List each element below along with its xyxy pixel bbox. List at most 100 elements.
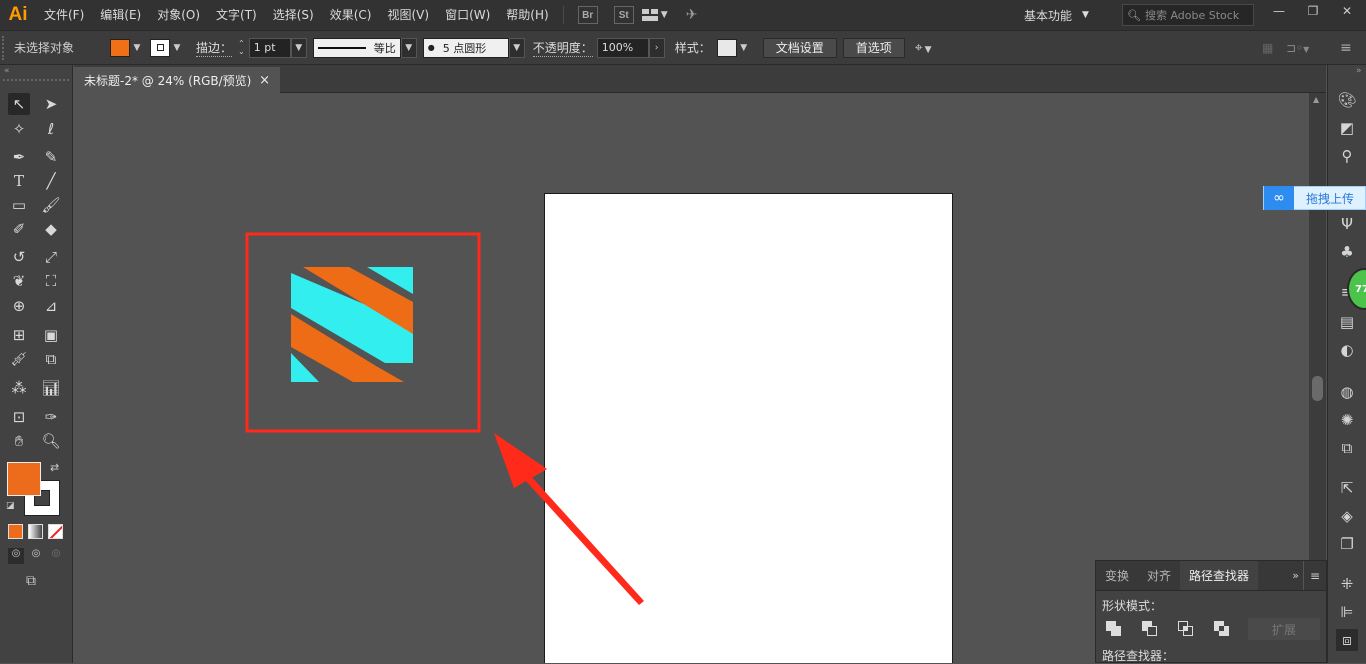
usb-icon[interactable]: Ψ: [1336, 213, 1358, 235]
fill-color-box[interactable]: [7, 462, 41, 496]
scroll-up-icon[interactable]: ▲: [1313, 95, 1319, 104]
eyedropper-tool-icon[interactable]: 💉︎: [8, 348, 30, 370]
direct-selection-tool-icon[interactable]: ➤: [40, 93, 62, 115]
opacity-field[interactable]: 100%: [596, 37, 649, 58]
blend-tool-icon[interactable]: ⧉: [40, 348, 62, 370]
menu-object[interactable]: 对象(O): [149, 0, 208, 30]
brush-definition[interactable]: ● 5 点圆形 ▼: [422, 37, 525, 58]
menu-select[interactable]: 选择(S): [265, 0, 322, 30]
artboards-icon[interactable]: ❐: [1336, 533, 1358, 555]
minus-front-icon[interactable]: [1142, 621, 1158, 637]
chevron-right-icon[interactable]: ›: [648, 37, 665, 58]
column-graph-tool-icon[interactable]: 📊︎: [40, 377, 62, 399]
chevron-down-icon[interactable]: ▼: [508, 37, 525, 58]
draw-inside-icon[interactable]: ◎: [48, 548, 64, 564]
menu-effect[interactable]: 效果(C): [322, 0, 380, 30]
intersect-icon[interactable]: [1178, 621, 1194, 637]
layers-icon[interactable]: ◈: [1336, 505, 1358, 527]
panel-menu-icon[interactable]: ≡: [1302, 561, 1326, 590]
transform-options-icon[interactable]: ⌖ ▼: [915, 40, 932, 56]
panel-grip[interactable]: [3, 79, 69, 83]
free-transform-tool-icon[interactable]: ⛶: [40, 270, 62, 292]
exclude-icon[interactable]: [1214, 621, 1230, 637]
color-guide-icon[interactable]: ◩: [1336, 117, 1358, 139]
arrange-documents-icon[interactable]: ▼: [641, 9, 672, 21]
chevron-down-icon[interactable]: ▼: [130, 39, 144, 57]
close-icon[interactable]: ✕: [1330, 0, 1364, 22]
close-tab-icon[interactable]: ×: [259, 73, 270, 88]
opacity-control[interactable]: 100% ›: [596, 37, 665, 58]
perspective-grid-tool-icon[interactable]: ⊿: [40, 295, 62, 317]
workspace-switcher[interactable]: 基本功能 ▼: [1024, 0, 1089, 30]
chevron-down-icon[interactable]: ▼: [290, 37, 307, 58]
symbol-sprayer-tool-icon[interactable]: ⁂: [8, 377, 30, 399]
chevron-down-icon[interactable]: ▼: [737, 39, 751, 57]
pen-tool-icon[interactable]: ✒: [8, 146, 30, 168]
menu-view[interactable]: 视图(V): [379, 0, 437, 30]
recolor-icon[interactable]: ⚲: [1336, 145, 1358, 167]
transparency-icon[interactable]: ◐: [1336, 339, 1358, 361]
hand-tool-icon[interactable]: ✋︎: [8, 430, 30, 452]
stroke-weight-field[interactable]: 1 pt: [248, 37, 291, 58]
restore-icon[interactable]: ❐: [1296, 0, 1330, 22]
width-tool-icon[interactable]: ❦: [8, 270, 30, 292]
menu-window[interactable]: 窗口(W): [437, 0, 498, 30]
shape-builder-tool-icon[interactable]: ⊕: [8, 295, 30, 317]
stroke-weight-control[interactable]: ⌃ ⌄ 1 pt ▼: [238, 37, 307, 58]
bridge-icon[interactable]: Br: [577, 6, 598, 24]
transform-icon[interactable]: ⁜: [1336, 573, 1358, 595]
tab-align[interactable]: 对齐: [1138, 561, 1180, 590]
draw-behind-icon[interactable]: ◎: [28, 548, 44, 564]
chevron-down-icon[interactable]: ▼: [400, 37, 417, 58]
style-swatch[interactable]: [716, 38, 737, 57]
color-palette-icon[interactable]: 🎨︎: [1336, 89, 1358, 111]
panel-collapse-icon[interactable]: «: [4, 66, 10, 76]
panel-expand-icon[interactable]: »: [1288, 561, 1303, 590]
align-icon[interactable]: ⊫: [1336, 601, 1358, 623]
rotate-tool-icon[interactable]: ↺: [8, 246, 30, 268]
pathfinder-icon[interactable]: ⧈: [1336, 629, 1358, 651]
graphic-style-control[interactable]: ▼: [716, 38, 751, 57]
color-mode-button[interactable]: [8, 524, 23, 539]
selection-tool-icon[interactable]: ↖: [8, 93, 30, 115]
screen-mode-icon[interactable]: ⧉: [26, 573, 36, 589]
draw-normal-icon[interactable]: ◎: [8, 548, 24, 564]
default-colors-icon[interactable]: ◪: [6, 501, 15, 511]
appearance-icon[interactable]: ◍: [1336, 381, 1358, 403]
none-mode-button[interactable]: [48, 524, 63, 539]
shaper-tool-icon[interactable]: ✐: [8, 218, 30, 240]
paintbrush-tool-icon[interactable]: 🖌︎: [40, 194, 62, 216]
panel-grip[interactable]: [2, 35, 10, 60]
scale-tool-icon[interactable]: ⤢: [40, 246, 62, 268]
opacity-label[interactable]: 不透明度：: [532, 39, 593, 57]
menu-edit[interactable]: 编辑(E): [92, 0, 149, 30]
fill-swatch[interactable]: [110, 38, 130, 57]
graphic-styles-icon[interactable]: ✺: [1336, 409, 1358, 431]
stroke-label[interactable]: 描边：: [196, 39, 233, 57]
slice-tool-icon[interactable]: ✑: [40, 406, 62, 428]
rectangle-tool-icon[interactable]: ▭: [8, 194, 30, 216]
gradient-panel-icon[interactable]: ▤: [1336, 311, 1358, 333]
unite-icon[interactable]: [1106, 621, 1122, 637]
mesh-tool-icon[interactable]: ⊞: [8, 324, 30, 346]
fill-color-control[interactable]: ▼: [110, 38, 144, 57]
document-setup-button[interactable]: 文档设置: [762, 37, 837, 58]
stripe-artwork[interactable]: [291, 267, 413, 382]
zoom-tool-icon[interactable]: 🔍︎: [40, 430, 62, 452]
gradient-tool-icon[interactable]: ▣: [40, 324, 62, 346]
stock-search-input[interactable]: 🔍︎ 搜索 Adobe Stock: [1122, 4, 1254, 26]
brush-field[interactable]: ● 5 点圆形: [422, 37, 509, 58]
lasso-tool-icon[interactable]: ℓ: [40, 118, 62, 140]
variable-width-profile[interactable]: 等比 ▼: [312, 37, 417, 58]
profile-field[interactable]: 等比: [312, 37, 401, 58]
asset-export-icon[interactable]: ⧉: [1336, 437, 1358, 459]
curvature-tool-icon[interactable]: ✎: [40, 146, 62, 168]
tab-pathfinder[interactable]: 路径查找器: [1180, 561, 1259, 590]
swap-fill-stroke-icon[interactable]: ⇄: [50, 461, 59, 474]
minimize-icon[interactable]: —: [1262, 0, 1296, 22]
export-icon[interactable]: ⇱: [1336, 477, 1358, 499]
document-tab[interactable]: 未标题-2* @ 24% (RGB/预览) ×: [74, 67, 280, 93]
preferences-button[interactable]: 首选项: [842, 37, 905, 58]
menu-file[interactable]: 文件(F): [36, 0, 92, 30]
panel-expand-icon[interactable]: »: [1356, 66, 1362, 76]
